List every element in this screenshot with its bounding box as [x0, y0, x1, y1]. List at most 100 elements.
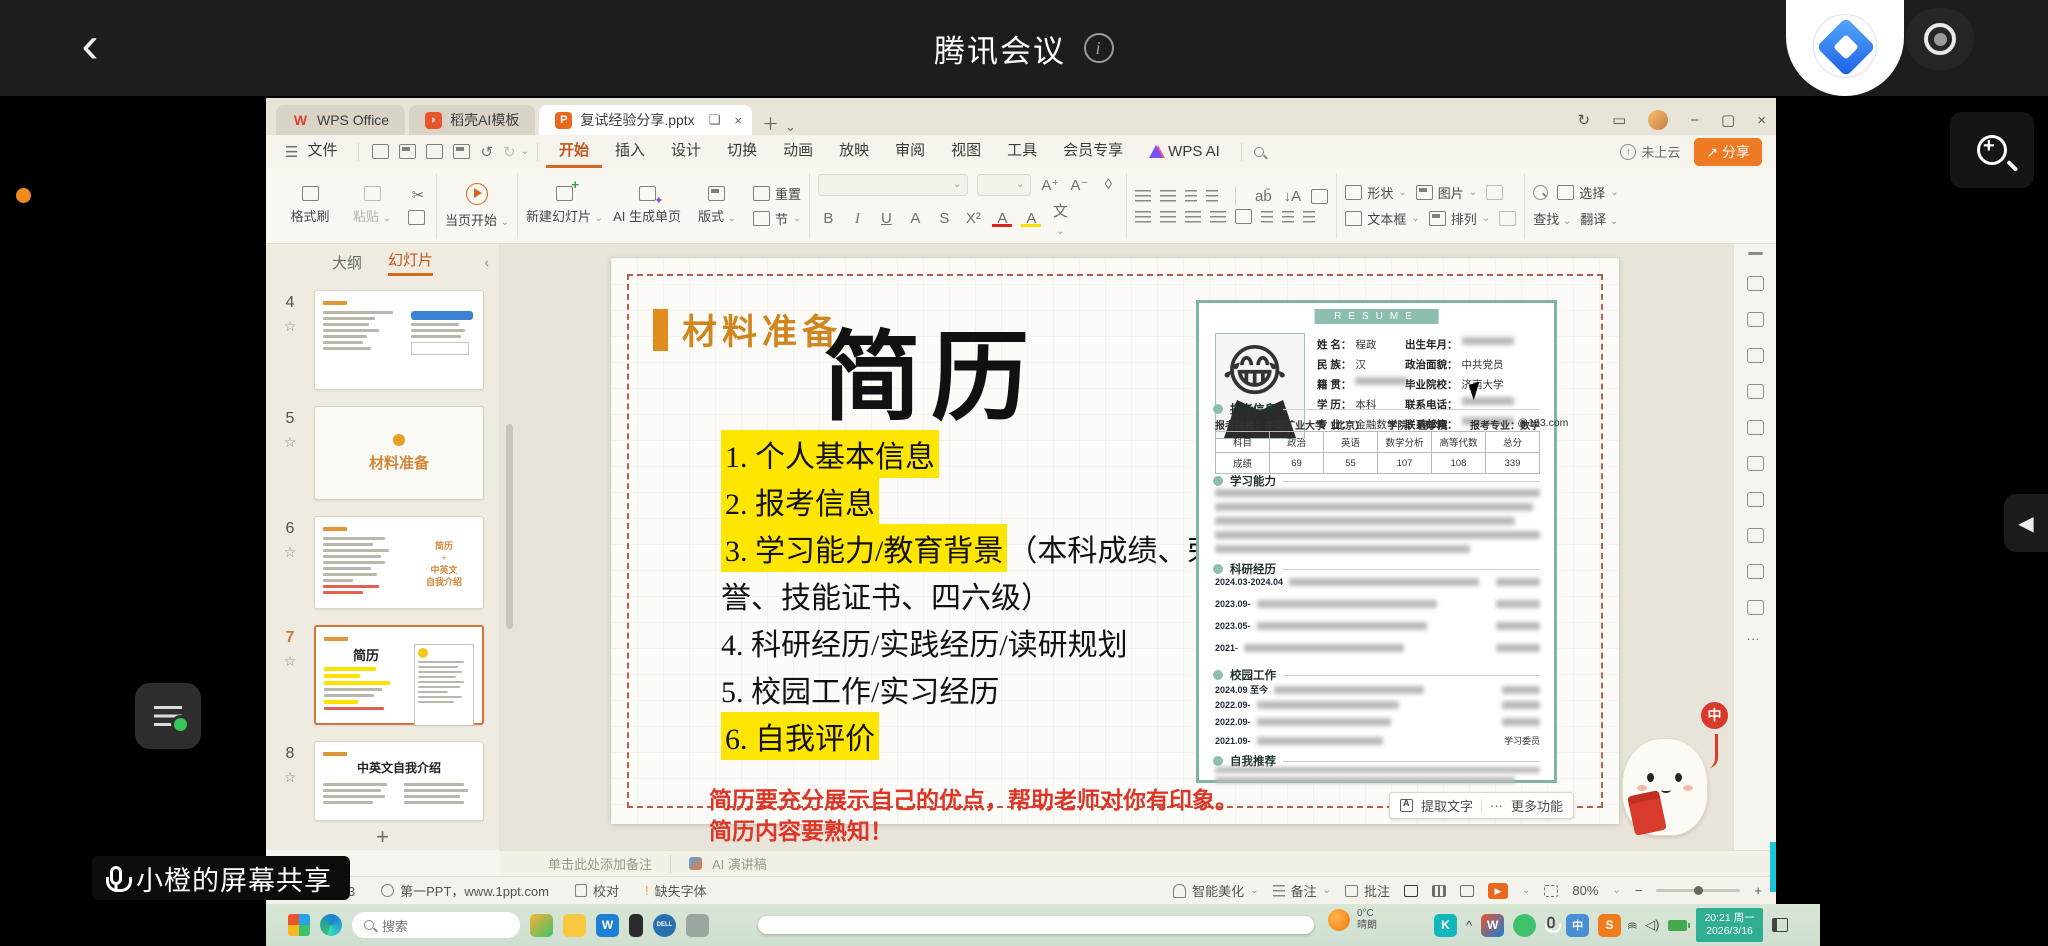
favorite-star-icon[interactable]: ☆: [284, 434, 297, 451]
panel-tool-icon-2[interactable]: [1746, 312, 1764, 327]
app-icon-w[interactable]: W: [596, 913, 619, 937]
sync-icon[interactable]: ↻: [1578, 111, 1591, 129]
slide-page[interactable]: 材料准备 简历 1. 个人基本信息 2. 报考信息 3. 学习能力/教育背景 （本科成…: [611, 258, 1619, 844]
sorter-view-icon[interactable]: [1432, 884, 1446, 897]
tab-comment-icon[interactable]: ❏: [709, 112, 721, 128]
distribute-icon[interactable]: [1303, 210, 1316, 223]
template-source[interactable]: 第一PPT，www.1ppt.com: [381, 881, 549, 900]
format-glyph-U[interactable]: U: [876, 210, 896, 227]
ai-speech-button[interactable]: AI 演讲稿: [712, 854, 767, 873]
maximize-icon[interactable]: ▢: [1721, 111, 1735, 129]
menu-动画[interactable]: 动画: [770, 135, 826, 168]
tray-app-k[interactable]: K: [1434, 913, 1457, 937]
play-options-chevron-icon[interactable]: ⌄: [1522, 885, 1530, 896]
media-icon[interactable]: [1499, 211, 1517, 226]
hamburger-icon[interactable]: ☰: [285, 143, 298, 161]
slide-warning-text[interactable]: 简历要充分展示自己的优点，帮助老师对你有印象。 简历内容要熟知！: [709, 785, 1238, 847]
record-button[interactable]: [1906, 8, 1974, 70]
menu-wps-ai[interactable]: WPS AI: [1136, 135, 1233, 168]
slide-thumbnail-7[interactable]: 简历: [314, 625, 484, 726]
format-glyph-X²[interactable]: X²: [963, 210, 983, 227]
dell-icon[interactable]: DELL: [653, 913, 676, 937]
taskbar-clock[interactable]: 20:21 周一 2026/3/16: [1696, 908, 1763, 942]
slide-thumbnail-8[interactable]: 中英文自我介绍: [314, 741, 484, 821]
format-glyph-I[interactable]: I: [847, 210, 867, 228]
tab-wps-office[interactable]: W WPS Office: [276, 105, 406, 135]
menu-切换[interactable]: 切换: [714, 135, 770, 168]
info-icon[interactable]: i: [1084, 33, 1114, 63]
new-slide-button[interactable]: 新建幻灯片 ⌄: [526, 177, 603, 225]
notification-icon[interactable]: [1771, 918, 1788, 932]
undo-icon[interactable]: ↺: [480, 143, 493, 161]
find-button[interactable]: 查找 ⌄: [1533, 209, 1571, 228]
tab-current-pptx[interactable]: P 复试经验分享.pptx ❏ ×: [539, 105, 752, 135]
cut-icon[interactable]: ✂: [408, 186, 428, 204]
translate-button[interactable]: 翻译 ⌄: [1580, 209, 1618, 228]
play-from-page-button[interactable]: 当页开始 ⌄: [445, 182, 509, 229]
panel-tool-icon-4[interactable]: [1746, 384, 1764, 399]
format-painter-button[interactable]: 格式刷: [284, 186, 336, 225]
paste-button[interactable]: 粘贴 ⌄: [346, 186, 398, 225]
phonetic-icon[interactable]: 文⌄: [1050, 200, 1070, 238]
menu-会员专享[interactable]: 会员专享: [1050, 135, 1136, 168]
app-icon-dark[interactable]: [629, 913, 643, 937]
line-spacing-icon[interactable]: [1261, 210, 1274, 223]
zoom-in-icon[interactable]: +: [1754, 883, 1762, 898]
tray-mic-icon[interactable]: [1544, 916, 1562, 933]
zoom-in-button[interactable]: [1950, 112, 2034, 188]
slide-list-textbox[interactable]: 1. 个人基本信息 2. 报考信息 3. 学习能力/教育背景 （本科成绩、荣 誉、技能证…: [721, 429, 1217, 760]
search-icon[interactable]: [1533, 185, 1549, 200]
cloud-status[interactable]: ↑ 未上云: [1620, 142, 1680, 161]
align-left-icon[interactable]: [1135, 210, 1152, 223]
back-icon[interactable]: ‹: [62, 19, 118, 76]
tab-close-icon[interactable]: ×: [734, 113, 742, 128]
font-size-select[interactable]: ⌄: [977, 173, 1032, 196]
folder-icon-2[interactable]: [686, 913, 709, 937]
panel-tool-icon-1[interactable]: [1746, 276, 1764, 291]
panel-tool-icon-8[interactable]: [1746, 528, 1764, 543]
panel-tool-icon-10[interactable]: [1746, 600, 1764, 615]
side-collapse-handle[interactable]: ◀: [2004, 494, 2048, 552]
decrease-font-icon[interactable]: A⁻: [1069, 176, 1089, 194]
copy-icon[interactable]: [408, 210, 425, 225]
wifi-icon[interactable]: (((: [1628, 922, 1638, 928]
taskbar-search[interactable]: 搜索: [352, 912, 520, 938]
panel-tool-icon-5[interactable]: [1746, 420, 1764, 435]
missing-font-warning[interactable]: ! 缺失字体: [645, 881, 707, 900]
picture-button[interactable]: 图片 ⌄: [1415, 183, 1477, 202]
thumb-scrollbar[interactable]: [506, 424, 513, 629]
resume-image[interactable]: RESUME 😂 姓 名： 程政民 族：汉籍 贯：学 历： 本科专 业： 金融数学 出生…: [1196, 300, 1568, 783]
zoom-slider[interactable]: [1656, 886, 1741, 895]
favorite-star-icon[interactable]: ☆: [284, 653, 297, 670]
smart-beautify-button[interactable]: 智能美化 ⌄: [1173, 881, 1259, 900]
history-chevron-icon[interactable]: ⌄: [521, 146, 529, 157]
columns-icon[interactable]: [1235, 209, 1253, 224]
highlight-color-icon[interactable]: A: [1021, 210, 1042, 227]
text-sort-icon[interactable]: ↓A: [1282, 188, 1302, 205]
format-glyph-S[interactable]: S: [934, 210, 954, 227]
avatar[interactable]: [1648, 110, 1669, 130]
para-spacing-icon[interactable]: [1282, 210, 1295, 223]
reset-button[interactable]: 重置: [752, 184, 801, 203]
number-list-icon[interactable]: [1160, 190, 1177, 202]
menu-放映[interactable]: 放映: [826, 135, 882, 168]
clear-format-icon[interactable]: ◊: [1098, 176, 1118, 193]
tab-slides[interactable]: 幻灯片: [388, 249, 434, 276]
font-color-icon[interactable]: A: [992, 210, 1013, 227]
reading-view-icon[interactable]: [1460, 884, 1474, 897]
zoom-chevron-icon[interactable]: ⌄: [1612, 885, 1620, 896]
format-glyph-B[interactable]: B: [818, 210, 838, 227]
panel-more-icon[interactable]: ···: [1747, 632, 1764, 646]
output-icon[interactable]: [399, 144, 417, 159]
menu-审阅[interactable]: 审阅: [882, 135, 938, 168]
save-icon[interactable]: [372, 144, 390, 159]
align-justify-icon[interactable]: [1210, 210, 1227, 223]
align-right-icon[interactable]: [1185, 210, 1202, 223]
tray-expand-icon[interactable]: ^: [1466, 918, 1472, 933]
share-button[interactable]: ↗ 分享: [1694, 137, 1762, 166]
notes-button[interactable]: 备注 ⌄: [1272, 881, 1331, 900]
text-direction-icon[interactable]: [1311, 188, 1329, 204]
arrange-button[interactable]: 排列 ⌄: [1428, 209, 1490, 228]
textbox-button[interactable]: 文本框 ⌄: [1345, 209, 1420, 228]
slide-section-header[interactable]: 材料准备: [653, 304, 842, 355]
